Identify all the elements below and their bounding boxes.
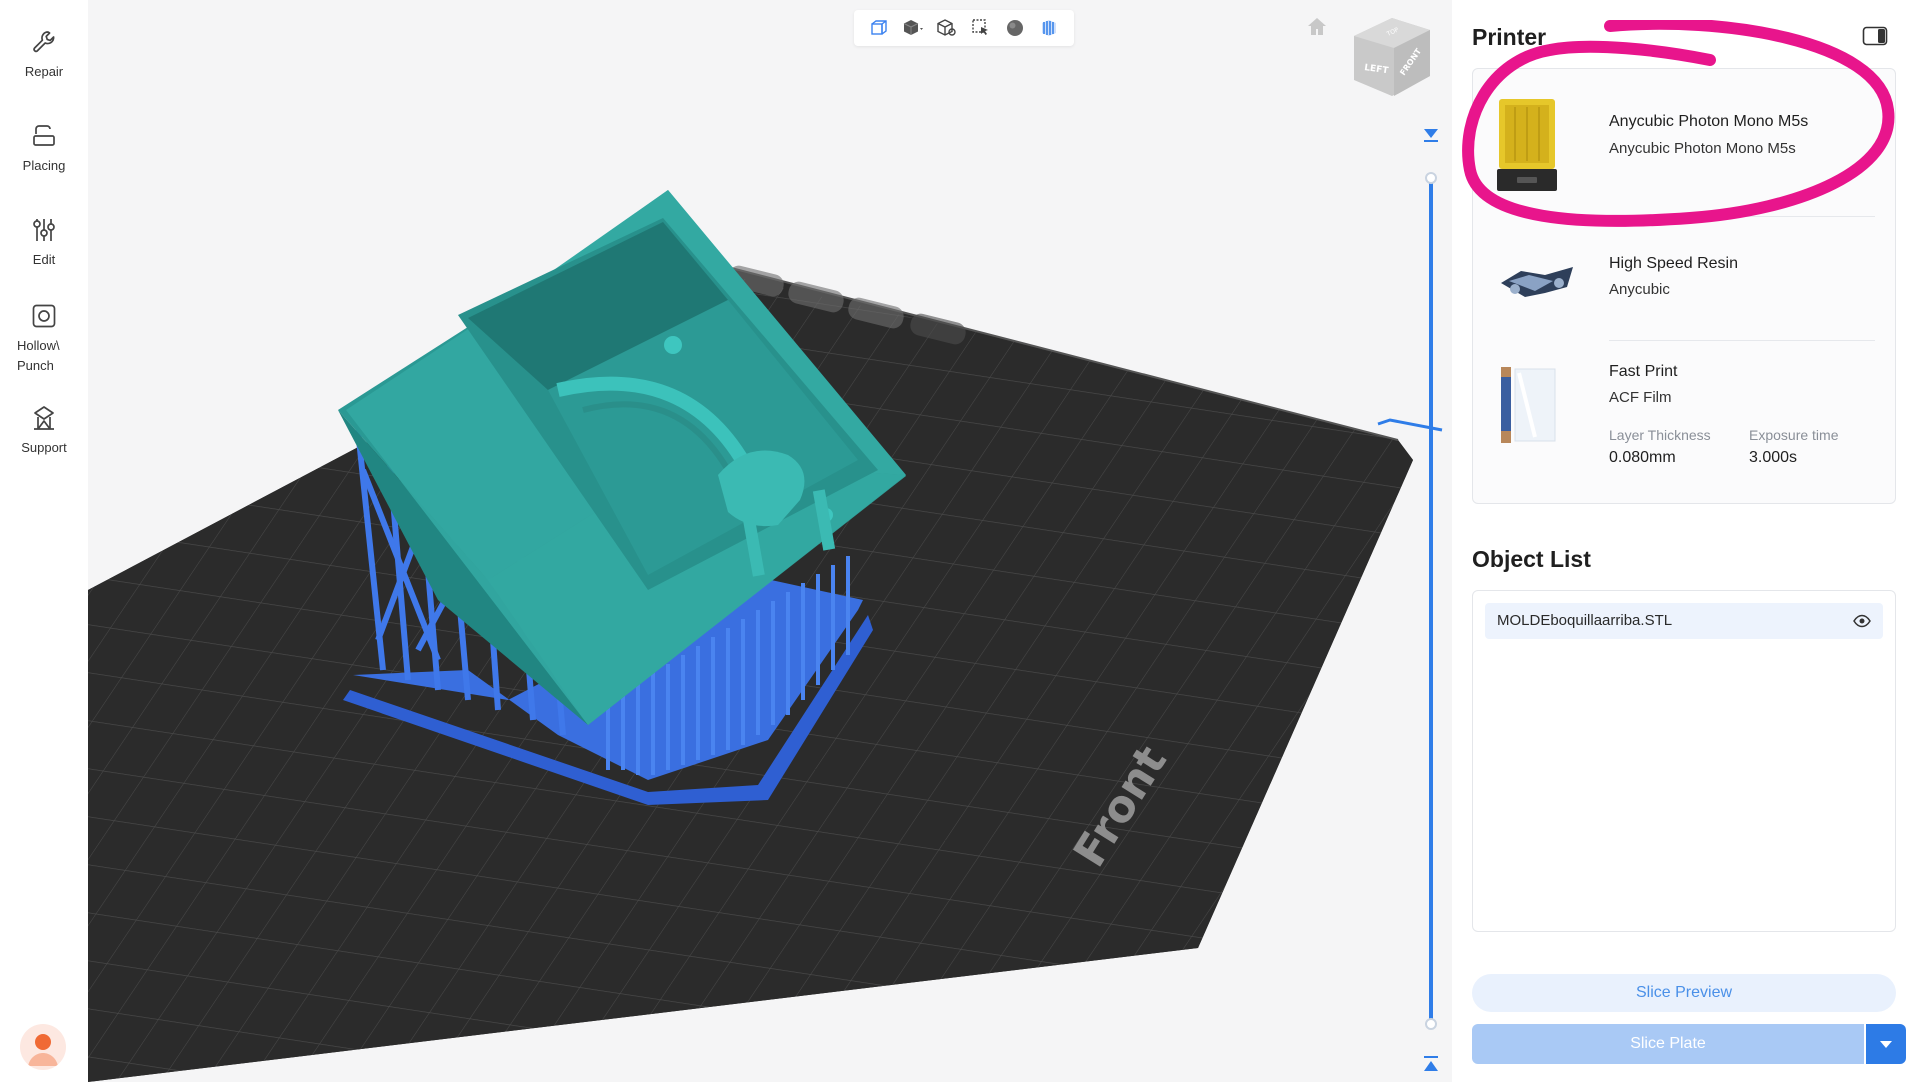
shaded-view-button[interactable]: [901, 16, 925, 40]
sphere-view-button[interactable]: [1003, 16, 1027, 40]
home-view-button[interactable]: [1306, 16, 1328, 43]
repair-label: Repair: [24, 64, 64, 79]
slice-options-dropdown[interactable]: [1866, 1024, 1906, 1064]
slider-top-knob[interactable]: [1425, 172, 1437, 184]
user-avatar[interactable]: [20, 1024, 66, 1070]
outline-view-button[interactable]: [935, 16, 959, 40]
slider-bottom-knob[interactable]: [1425, 1018, 1437, 1030]
eye-icon[interactable]: [1853, 613, 1871, 629]
printer-section-title: Printer: [1472, 24, 1547, 50]
slider-top-arrow-icon: [1424, 129, 1438, 142]
layer-height-indicator: [1377, 418, 1443, 432]
placing-tool[interactable]: Placing: [0, 122, 88, 176]
avatar-person-icon: [28, 1034, 58, 1066]
cube-outline-icon: [937, 19, 956, 36]
view-mode-toolbar: [854, 10, 1074, 46]
object-list-title: Object List: [1472, 546, 1591, 572]
cube-shaded-icon: [903, 20, 923, 35]
select-tool-button[interactable]: [969, 16, 993, 40]
resin-row[interactable]: High Speed Resin Anycubic: [1473, 217, 1895, 341]
edit-tool[interactable]: Edit: [0, 216, 88, 270]
edit-label: Edit: [32, 252, 56, 267]
printer-thumbnail-icon: [1497, 99, 1557, 191]
resin-brand: Anycubic: [1609, 281, 1670, 298]
hollow-icon: [32, 304, 56, 328]
wrench-icon: [33, 31, 55, 53]
sliders-icon: [33, 219, 55, 241]
printer-settings-card: Anycubic Photon Mono M5s Anycubic Photon…: [1472, 68, 1896, 504]
slider-track[interactable]: [1429, 178, 1433, 1024]
sidebar-toggle-icon: [1862, 26, 1888, 46]
layer-thickness-label: Layer Thickness: [1609, 427, 1711, 443]
placing-icon: [33, 125, 55, 146]
home-icon: [1308, 18, 1326, 35]
support-label: Support: [21, 440, 67, 455]
placing-label: Placing: [22, 158, 66, 173]
exposure-time-value: 3.000s: [1749, 449, 1798, 466]
perspective-view-button[interactable]: [867, 16, 891, 40]
hollow-punch-label: Hollow\ Punch: [17, 338, 60, 373]
layer-slider[interactable]: [1418, 124, 1444, 1076]
app-window: Repair Placing Edit Hollow\ Punch Suppor…: [0, 0, 1918, 1082]
profile-name: Fast Print: [1609, 363, 1678, 380]
slice-plate-button[interactable]: Slice Plate: [1472, 1024, 1864, 1064]
slice-view-button[interactable]: [1037, 16, 1061, 40]
printer-name: Anycubic Photon Mono M5s: [1609, 113, 1809, 130]
resin-name: High Speed Resin: [1609, 255, 1738, 272]
support-tool[interactable]: Support: [0, 404, 88, 458]
select-icon: [972, 19, 988, 35]
left-toolbar: Repair Placing Edit Hollow\ Punch Suppor…: [0, 0, 88, 1082]
chevron-down-icon: [1880, 1041, 1892, 1048]
repair-tool[interactable]: Repair: [0, 28, 88, 82]
film-thumbnail-icon: [1501, 367, 1556, 443]
right-panel: Printer Anycubic Photon Mono M5s Anycubi…: [1452, 0, 1918, 1082]
perspective-icon: [871, 20, 887, 35]
object-list-item[interactable]: MOLDEboquillaarriba.STL: [1485, 603, 1883, 639]
support-icon: [34, 406, 54, 430]
object-list: MOLDEboquillaarriba.STL: [1472, 590, 1896, 932]
resin-thumbnail-icon: [1501, 267, 1573, 297]
exposure-time-label: Exposure time: [1749, 427, 1839, 443]
layer-thickness-value: 0.080mm: [1609, 449, 1676, 466]
object-name: MOLDEboquillaarriba.STL: [1497, 612, 1673, 629]
hollow-punch-tool[interactable]: Hollow\ Punch: [0, 302, 88, 376]
film-name: ACF Film: [1609, 389, 1672, 406]
panel-toggle-button[interactable]: [1862, 26, 1888, 51]
printer-model: Anycubic Photon Mono M5s: [1609, 140, 1796, 157]
3d-viewport[interactable]: Front LEFT FRONT TOP: [88, 0, 1452, 1082]
slider-bottom-arrow-icon: [1424, 1056, 1438, 1071]
view-cube[interactable]: LEFT FRONT TOP: [1350, 10, 1434, 100]
slice-view-icon: [1042, 20, 1056, 36]
scene-canvas[interactable]: Front: [88, 0, 1452, 1082]
printer-row[interactable]: Anycubic Photon Mono M5s Anycubic Photon…: [1473, 69, 1895, 217]
slice-preview-button[interactable]: Slice Preview: [1472, 974, 1896, 1012]
print-profile-row[interactable]: Fast Print ACF Film Layer Thickness 0.08…: [1473, 341, 1895, 503]
sphere-icon: [1007, 20, 1023, 36]
